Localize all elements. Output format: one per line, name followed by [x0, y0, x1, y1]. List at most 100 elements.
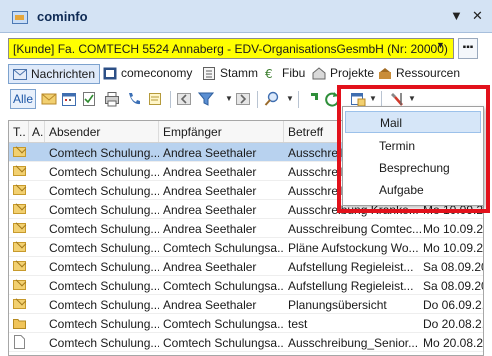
- module-tab-stamm[interactable]: Stamm: [198, 64, 262, 84]
- tools-chevron-down-icon[interactable]: ▼: [408, 94, 416, 103]
- filter-all-button[interactable]: Alle: [10, 89, 36, 109]
- filter-chevron-down-icon[interactable]: ▼: [225, 94, 233, 103]
- window-title: cominfo: [37, 9, 88, 24]
- cell-attachment: [29, 314, 45, 333]
- cell-type: [9, 295, 29, 314]
- cell-type: [9, 276, 29, 295]
- cell-date: Sa 08.09.20...: [423, 279, 483, 293]
- module-tabs: Nachrichten comeconomy Stamm € Fibu Proj…: [0, 62, 492, 86]
- module-tab-label: Fibu: [282, 66, 306, 80]
- new-item-chevron-down-icon[interactable]: ▼: [369, 94, 377, 103]
- cell-date: Do 20.08.2...: [423, 317, 483, 331]
- table-row[interactable]: Comtech Schulung... Andrea Seethaler Aussc…: [9, 219, 484, 238]
- module-tab-projekte[interactable]: Projekte: [308, 64, 378, 84]
- cell-type: [9, 333, 29, 352]
- column-header-recipient[interactable]: Empfänger: [159, 121, 284, 142]
- refresh-icon[interactable]: [324, 91, 340, 107]
- new-item-icon[interactable]: [350, 91, 366, 107]
- cell-type: [9, 162, 29, 181]
- tools-icon[interactable]: [390, 91, 406, 107]
- table-row[interactable]: 📎 Comtech Schulung... Andrea Seethaler Plan…: [9, 295, 483, 314]
- window-menu-dropdown-icon[interactable]: ▼: [450, 8, 463, 23]
- cell-sender: Comtech Schulung...: [49, 203, 159, 217]
- mail-envelope-icon: [13, 147, 26, 157]
- module-tab-label: Ressourcen: [396, 66, 461, 80]
- mail-envelope-icon: [13, 242, 26, 252]
- cell-type: [9, 200, 29, 219]
- table-row[interactable]: Comtech Schulung... Comtech Schulungsa...…: [9, 238, 484, 257]
- column-header-attachment[interactable]: A..: [29, 121, 45, 142]
- search-icon[interactable]: [264, 91, 280, 107]
- phone-icon[interactable]: [126, 91, 142, 107]
- note-icon[interactable]: [147, 91, 163, 107]
- new-item-menu: Mail Termin Besprechung Aufgabe: [342, 106, 484, 206]
- toolbar-separator: [257, 91, 258, 108]
- mail-icon[interactable]: [41, 91, 57, 107]
- close-icon[interactable]: ✕: [472, 8, 483, 24]
- mail-envelope-icon: [13, 261, 26, 271]
- cell-attachment: [29, 181, 45, 200]
- cell-type: [9, 181, 29, 200]
- cell-sender: Comtech Schulung...: [49, 241, 159, 255]
- filter-icon[interactable]: [198, 91, 214, 107]
- cell-date: Mo 10.09.2...: [423, 222, 484, 236]
- cell-date: Do 06.09.2...: [423, 298, 483, 312]
- cell-recipient: Andrea Seethaler: [163, 165, 257, 179]
- menu-item-mail[interactable]: Mail: [345, 111, 481, 133]
- cell-subject: Ausschreibung Comtec...: [288, 222, 423, 236]
- module-tab-fibu[interactable]: € Fibu: [260, 64, 309, 84]
- search-chevron-down-icon[interactable]: ▼: [286, 94, 294, 103]
- cell-attachment: [29, 333, 45, 352]
- column-header-sender[interactable]: Absender: [45, 121, 159, 142]
- cell-sender: Comtech Schulung...: [49, 298, 159, 312]
- folder-icon: [13, 319, 26, 329]
- module-tab-ressourcen[interactable]: Ressourcen: [374, 64, 464, 84]
- mail-envelope-icon: [13, 185, 26, 195]
- back-icon[interactable]: [176, 91, 192, 107]
- toolbar-separator: [298, 91, 299, 108]
- cell-attachment: [29, 257, 45, 276]
- svg-text:€: €: [265, 67, 273, 80]
- company-chevron-down-icon[interactable]: ▼: [436, 40, 445, 50]
- cell-sender: Comtech Schulung...: [49, 317, 159, 331]
- calendar-icon[interactable]: [61, 91, 77, 107]
- document-icon: [14, 335, 25, 349]
- forward-icon[interactable]: [235, 91, 251, 107]
- module-tab-comeconomy[interactable]: comeconomy: [99, 64, 196, 84]
- cell-attachment: [29, 276, 45, 295]
- cell-recipient: Andrea Seethaler: [163, 184, 257, 198]
- company-select[interactable]: [Kunde] Fa. COMTECH 5524 Annaberg - EDV-…: [8, 38, 454, 59]
- cell-type: [9, 257, 29, 276]
- menu-item-aufgabe[interactable]: Aufgabe: [345, 179, 481, 201]
- table-row[interactable]: Comtech Schulung... Comtech Schulungsa...…: [9, 333, 484, 352]
- messages-icon: [13, 69, 27, 80]
- company-more-button[interactable]: ▪▪▪: [458, 38, 478, 59]
- comeconomy-icon: [103, 67, 117, 80]
- table-row[interactable]: Comtech Schulung... Comtech Schulungsa...…: [9, 314, 483, 333]
- table-row[interactable]: Comtech Schulung... Andrea Seethaler Aufst…: [9, 257, 483, 276]
- table-row[interactable]: Comtech Schulung... Comtech Schulungsa...…: [9, 276, 483, 295]
- print-icon[interactable]: [104, 91, 120, 107]
- cell-subject: Aufstellung Regieleist...: [288, 260, 414, 274]
- cell-subject: Pläne Aufstockung Wo...: [288, 241, 419, 255]
- cell-recipient: Andrea Seethaler: [163, 203, 257, 217]
- module-tab-nachrichten[interactable]: Nachrichten: [8, 64, 101, 84]
- module-tab-label: Nachrichten: [31, 67, 96, 81]
- cell-attachment: [29, 143, 45, 162]
- export-icon[interactable]: [304, 91, 320, 107]
- cell-date: Mo 10.09.2...: [423, 241, 484, 255]
- cell-recipient: Andrea Seethaler: [163, 222, 257, 236]
- column-header-type[interactable]: T..: [9, 121, 29, 142]
- cell-date: Mo 20.08.2...: [423, 336, 484, 350]
- toolbar-separator: [170, 91, 171, 108]
- cell-attachment: [29, 162, 45, 181]
- cell-date: Sa 08.09.20...: [423, 260, 483, 274]
- cell-sender: Comtech Schulung...: [49, 165, 159, 179]
- task-icon[interactable]: [81, 91, 97, 107]
- cell-recipient: Andrea Seethaler: [163, 146, 257, 160]
- cell-subject: Planungsübersicht: [288, 298, 387, 312]
- menu-item-besprechung[interactable]: Besprechung: [345, 157, 481, 179]
- cell-sender: Comtech Schulung...: [49, 279, 159, 293]
- menu-item-termin[interactable]: Termin: [345, 135, 481, 157]
- cell-type: [9, 314, 29, 333]
